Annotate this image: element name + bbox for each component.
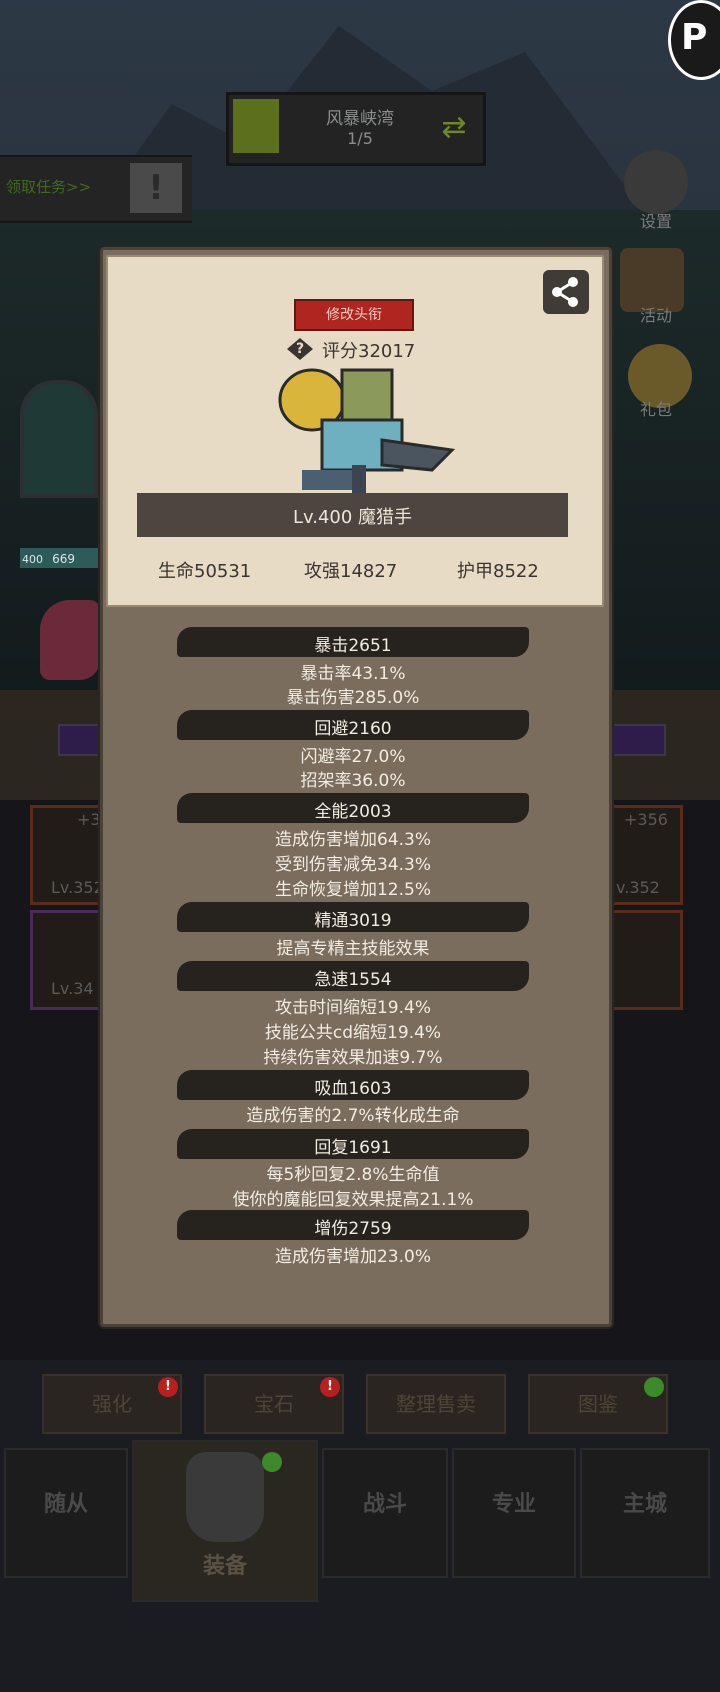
slot-enhance-level: +356	[624, 810, 668, 829]
map-progress-indicator	[233, 99, 279, 153]
nav-main-city[interactable]: 主城	[580, 1448, 710, 1578]
hero-name: Lv.400 魔猎手	[292, 507, 413, 528]
equipment-slot-weapon[interactable]: +356 v.352	[603, 805, 683, 905]
stat-health: 生命50531	[158, 561, 252, 582]
stat-title-versatility: 全能2003	[314, 802, 392, 822]
stat-detail: 造成伤害增加23.0%	[274, 1247, 431, 1267]
stat-detail: 招架率36.0%	[300, 771, 406, 791]
stat-detail: 技能公共cd缩短19.4%	[264, 1023, 442, 1043]
slot-level: Lv.34	[51, 979, 94, 998]
nav-battle[interactable]: 战斗	[322, 1448, 448, 1578]
stat-detail: 提高专精主技能效果	[276, 939, 430, 959]
exclamation-icon[interactable]: !	[130, 163, 182, 213]
stat-detail: 造成伤害增加64.3%	[274, 830, 431, 850]
equipment-slot-trinket[interactable]	[603, 910, 683, 1010]
alert-icon: !	[320, 1377, 340, 1397]
stat-detail: 攻击时间缩短19.4%	[274, 998, 431, 1018]
edit-title-button[interactable]: 修改头衔	[294, 299, 414, 331]
stat-detail: 生命恢复增加12.5%	[274, 880, 431, 900]
stat-detail: 持续伤害效果加速9.7%	[263, 1048, 443, 1068]
sort-sell-button[interactable]: 整理售卖	[366, 1374, 506, 1434]
stat-detail: 每5秒回复2.8%生命值	[266, 1165, 440, 1185]
stat-title-dodge: 回避2160	[314, 719, 392, 739]
background-window	[20, 380, 98, 498]
stat-detail: 受到伤害减免34.3%	[274, 855, 431, 875]
stat-title-crit: 暴击2651	[314, 636, 392, 656]
refresh-icon[interactable]: ⇄	[436, 110, 472, 146]
gift-label[interactable]: 礼包	[616, 396, 696, 420]
equipment-slot-head[interactable]: +3 Lv.352	[30, 805, 110, 905]
notification-dot-icon	[644, 1377, 664, 1397]
notification-dot-icon	[262, 1452, 282, 1472]
stat-armor: 护甲8522	[457, 561, 539, 582]
slot-level: Lv.352	[51, 878, 104, 897]
stat-detail: 闪避率27.0%	[300, 747, 406, 767]
stat-detail: 暴击伤害285.0%	[286, 688, 420, 708]
map-progress: 1/5	[347, 129, 373, 148]
stat-title-leech: 吸血1603	[314, 1079, 392, 1099]
hero-hp-bar: 400 669	[20, 548, 100, 568]
slot-enhance-level: +3	[77, 810, 101, 829]
stat-attack-power: 攻强14827	[304, 561, 398, 582]
nav-profession[interactable]: 专业	[452, 1448, 576, 1578]
nav-followers[interactable]: 随从	[4, 1448, 128, 1578]
hero-level-badge: 400	[22, 553, 43, 566]
hero-hp-value: 669	[52, 552, 75, 566]
alert-icon: !	[158, 1377, 178, 1397]
slot-level: v.352	[616, 878, 660, 897]
stat-title-haste: 急速1554	[314, 970, 392, 990]
task-label[interactable]: 领取任务>>	[6, 176, 91, 197]
map-name: 风暴峡湾	[326, 109, 394, 129]
stat-title-regen: 回复1691	[314, 1138, 392, 1158]
stat-title-damage-increase: 增伤2759	[314, 1219, 392, 1239]
hero-sprite	[40, 600, 100, 680]
stat-detail: 造成伤害的2.7%转化成生命	[246, 1106, 460, 1126]
stat-detail: 暴击率43.1%	[300, 664, 406, 684]
share-icon[interactable]	[543, 270, 589, 314]
armor-icon	[186, 1452, 264, 1542]
equipment-slot-shoulder[interactable]: Lv.34	[30, 910, 110, 1010]
stat-detail: 使你的魔能回复效果提高21.1%	[232, 1190, 474, 1210]
hero-portrait	[262, 360, 462, 500]
activity-label[interactable]: 活动	[616, 302, 696, 326]
gear-icon[interactable]	[624, 150, 688, 214]
stat-title-mastery: 精通3019	[314, 911, 392, 931]
settings-label[interactable]: 设置	[616, 208, 696, 232]
